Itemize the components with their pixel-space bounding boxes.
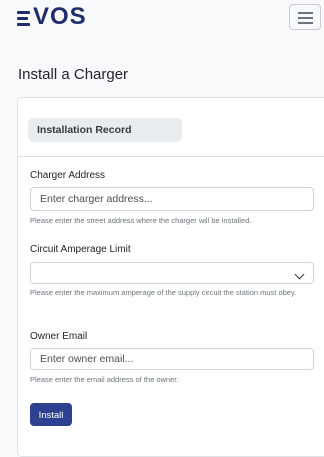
logo-text: VOS <box>33 3 87 30</box>
charger-address-field[interactable] <box>30 187 314 211</box>
installation-record-tab[interactable]: Installation Record <box>28 118 182 142</box>
owner-email-field[interactable] <box>30 348 314 370</box>
charger-address-input[interactable] <box>31 188 313 210</box>
chevron-down-icon <box>294 269 305 280</box>
hamburger-bar <box>298 22 313 24</box>
charger-address-label: Charger Address <box>30 170 106 181</box>
owner-email-input[interactable] <box>31 349 313 369</box>
amperage-limit-select[interactable] <box>30 262 314 284</box>
logo-e-mark-icon <box>17 10 31 26</box>
amperage-limit-help: Please enter the maximum amperage of the… <box>30 288 297 297</box>
page-title: Install a Charger <box>18 66 129 83</box>
owner-email-label: Owner Email <box>30 331 88 342</box>
install-button[interactable]: Install <box>30 403 72 426</box>
charger-address-help: Please enter the street address where th… <box>30 216 252 225</box>
hamburger-menu-button[interactable] <box>289 4 321 30</box>
installation-form-card: Installation Record Charger Address Plea… <box>17 97 324 457</box>
evos-logo[interactable]: VOS <box>17 3 87 31</box>
install-charger-page: VOS Install a Charger Installation Recor… <box>0 0 324 457</box>
hamburger-menu-icon <box>298 12 313 14</box>
amperage-limit-label: Circuit Amperage Limit <box>30 244 131 255</box>
navbar: VOS <box>0 0 324 34</box>
card-header: Installation Record <box>18 98 324 157</box>
hamburger-bar <box>298 17 313 19</box>
owner-email-help: Please enter the email address of the ow… <box>30 375 179 384</box>
